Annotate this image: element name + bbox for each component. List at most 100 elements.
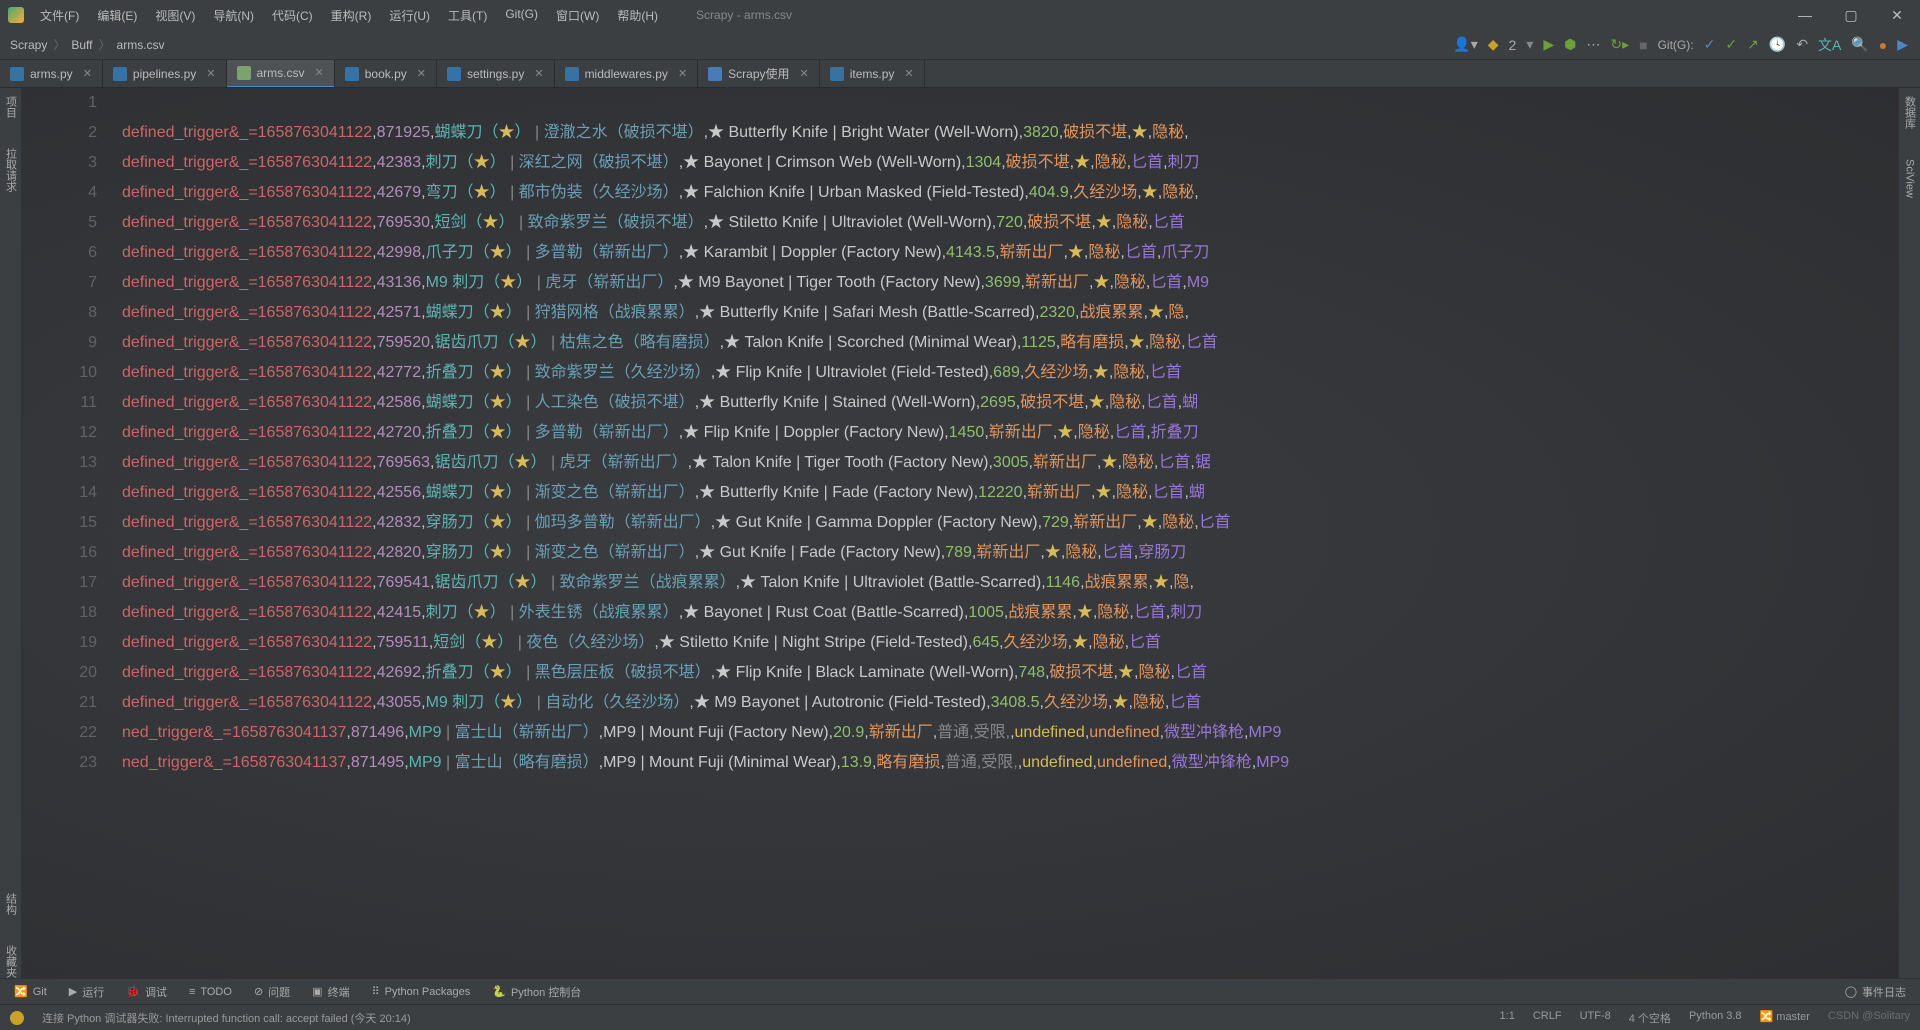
git-push-icon[interactable]: ↗ (1747, 36, 1759, 53)
indent-setting[interactable]: 4 个空格 (1629, 1010, 1671, 1026)
tab-book.py[interactable]: book.py ✕ (335, 60, 437, 88)
csv-row[interactable]: defined_trigger&_=1658763041122,42692,折叠… (122, 658, 1898, 688)
tab-label: book.py (365, 67, 407, 81)
tw-terminal[interactable]: ▣ 终端 (312, 984, 349, 1000)
status-bulb-icon[interactable] (10, 1011, 24, 1025)
tw-run[interactable]: ▶ 运行 (69, 984, 104, 1000)
tab-close-icon[interactable]: ✕ (800, 67, 809, 80)
tw-todo[interactable]: ≡ TODO (189, 986, 232, 998)
menu-item[interactable]: 编辑(E) (89, 3, 145, 28)
menu-item[interactable]: 运行(U) (381, 3, 438, 28)
right-strip-item[interactable]: SciView (1904, 159, 1916, 198)
csv-row[interactable]: defined_trigger&_=1658763041122,759520,锯… (122, 328, 1898, 358)
menu-item[interactable]: 导航(N) (205, 3, 262, 28)
menu-item[interactable]: 重构(R) (323, 3, 380, 28)
search-icon[interactable]: 🔍 (1851, 36, 1868, 53)
tab-close-icon[interactable]: ✕ (315, 66, 324, 79)
left-strip-item[interactable]: 项目 (3, 96, 19, 118)
csv-row[interactable]: defined_trigger&_=1658763041122,871925,蝴… (122, 118, 1898, 148)
menu-item[interactable]: 窗口(W) (548, 3, 607, 28)
menu-item[interactable]: 文件(F) (32, 3, 87, 28)
csv-row[interactable]: defined_trigger&_=1658763041122,42720,折叠… (122, 418, 1898, 448)
tab-close-icon[interactable]: ✕ (417, 67, 426, 80)
tw-console[interactable]: 🐍 Python 控制台 (492, 984, 581, 1000)
csv-row[interactable]: defined_trigger&_=1658763041122,759511,短… (122, 628, 1898, 658)
caret-position[interactable]: 1:1 (1500, 1010, 1515, 1026)
csv-row[interactable]: defined_trigger&_=1658763041122,43055,M9… (122, 688, 1898, 718)
right-strip-item[interactable]: 数据库 (1902, 96, 1918, 129)
tw-packages[interactable]: ⠿ Python Packages (372, 985, 471, 998)
csv-row[interactable]: defined_trigger&_=1658763041122,43136,M9… (122, 268, 1898, 298)
minimize-button[interactable]: — (1782, 0, 1828, 30)
debug-icon[interactable]: ⬢ (1564, 36, 1576, 53)
csv-row[interactable]: defined_trigger&_=1658763041122,42556,蝴蝶… (122, 478, 1898, 508)
line-separator[interactable]: CRLF (1533, 1010, 1562, 1026)
csv-row[interactable]: defined_trigger&_=1658763041122,769530,短… (122, 208, 1898, 238)
maximize-button[interactable]: ▢ (1828, 0, 1874, 30)
tab-close-icon[interactable]: ✕ (534, 67, 543, 80)
breadcrumb-item[interactable]: Scrapy (10, 38, 47, 52)
tab-Scrapy使用[interactable]: Scrapy使用✕ (698, 60, 820, 88)
code-editor[interactable]: 1234567891011121314151617181920212223 de… (22, 88, 1898, 978)
user-icon[interactable]: 👤▾ (1453, 36, 1477, 53)
editor-content[interactable]: defined_trigger&_=1658763041122,871925,蝴… (122, 88, 1898, 778)
git-branch[interactable]: 🔀 master (1760, 1010, 1810, 1026)
left-strip-item[interactable]: 收藏夹 (3, 945, 19, 978)
tab-close-icon[interactable]: ✕ (678, 67, 687, 80)
csv-row[interactable]: defined_trigger&_=1658763041122,42679,弯刀… (122, 178, 1898, 208)
tab-pipelines.py[interactable]: pipelines.py✕ (103, 60, 227, 88)
translate-icon[interactable]: 文A (1818, 35, 1841, 55)
tw-events[interactable]: ◯ 事件日志 (1845, 984, 1906, 1000)
tw-problems[interactable]: ⊘ 问题 (254, 984, 290, 1000)
tab-settings.py[interactable]: settings.py✕ (437, 60, 555, 88)
more-run-icon[interactable]: ⋯ (1586, 36, 1600, 53)
csv-row[interactable]: defined_trigger&_=1658763041122,42586,蝴蝶… (122, 388, 1898, 418)
csv-row[interactable]: defined_trigger&_=1658763041122,42571,蝴蝶… (122, 298, 1898, 328)
tab-close-icon[interactable]: ✕ (206, 67, 215, 80)
git-history-icon[interactable]: 🕓 (1769, 36, 1786, 53)
python-interpreter[interactable]: Python 3.8 (1689, 1010, 1742, 1026)
git-commit-icon[interactable]: ✓ (1725, 36, 1737, 53)
menu-item[interactable]: 代码(C) (264, 3, 321, 28)
tab-close-icon[interactable]: ✕ (83, 67, 92, 80)
stop-icon[interactable]: ■ (1639, 37, 1647, 53)
tab-arms.py[interactable]: arms.py✕ (0, 60, 103, 88)
left-strip-item[interactable]: 拉取请求 (3, 148, 19, 192)
menu-item[interactable]: Git(G) (497, 3, 546, 28)
menu-item[interactable]: 工具(T) (440, 3, 495, 28)
ide-settings-icon[interactable]: ● (1879, 37, 1887, 53)
csv-row[interactable]: defined_trigger&_=1658763041122,42820,穿肠… (122, 538, 1898, 568)
csv-row[interactable]: defined_trigger&_=1658763041122,42998,爪子… (122, 238, 1898, 268)
csv-row[interactable]: defined_trigger&_=1658763041122,42383,刺刀… (122, 148, 1898, 178)
run-config-label[interactable]: 2 (1509, 37, 1517, 53)
menu-item[interactable]: 帮助(H) (609, 3, 666, 28)
csv-row[interactable]: defined_trigger&_=1658763041122,769541,锯… (122, 568, 1898, 598)
close-button[interactable]: ✕ (1874, 0, 1920, 30)
breadcrumb-item[interactable]: arms.csv (117, 38, 165, 52)
tw-debug[interactable]: 🐞 调试 (126, 984, 167, 1000)
csv-row[interactable]: ned_trigger&_=1658763041137,871495,MP9 |… (122, 748, 1898, 778)
csv-row[interactable]: defined_trigger&_=1658763041122,42415,刺刀… (122, 598, 1898, 628)
csv-row[interactable]: defined_trigger&_=1658763041122,42832,穿肠… (122, 508, 1898, 538)
csv-row[interactable]: ned_trigger&_=1658763041137,871496,MP9 |… (122, 718, 1898, 748)
left-strip-item[interactable]: 结构 (3, 893, 19, 915)
run-icon[interactable]: ▶ (1543, 36, 1554, 53)
breadcrumb-item[interactable]: Buff (71, 38, 92, 52)
run-config-python-icon[interactable]: ◆ (1488, 36, 1499, 53)
breadcrumb[interactable]: Scrapy〉Buff〉arms.csv (0, 36, 165, 53)
csv-row[interactable]: defined_trigger&_=1658763041122,42772,折叠… (122, 358, 1898, 388)
csv-row[interactable]: defined_trigger&_=1658763041122,769563,锯… (122, 448, 1898, 478)
git-rollback-icon[interactable]: ↶ (1796, 36, 1808, 53)
tab-middlewares.py[interactable]: middlewares.py✕ (555, 60, 699, 88)
run-config-dropdown-icon[interactable]: ▾ (1526, 36, 1533, 53)
tw-git[interactable]: 🔀 Git (14, 985, 47, 998)
coverage-icon[interactable]: ↻▸ (1610, 36, 1629, 53)
menu-item[interactable]: 视图(V) (147, 3, 203, 28)
git-update-icon[interactable]: ✓ (1704, 36, 1716, 53)
tab-items.py[interactable]: items.py✕ (820, 60, 925, 88)
learn-icon[interactable]: ▶ (1897, 36, 1908, 53)
file-encoding[interactable]: UTF-8 (1580, 1010, 1611, 1026)
csv-row[interactable] (122, 88, 1898, 118)
tab-arms.csv[interactable]: arms.csv✕ (227, 60, 335, 88)
tab-close-icon[interactable]: ✕ (904, 67, 913, 80)
